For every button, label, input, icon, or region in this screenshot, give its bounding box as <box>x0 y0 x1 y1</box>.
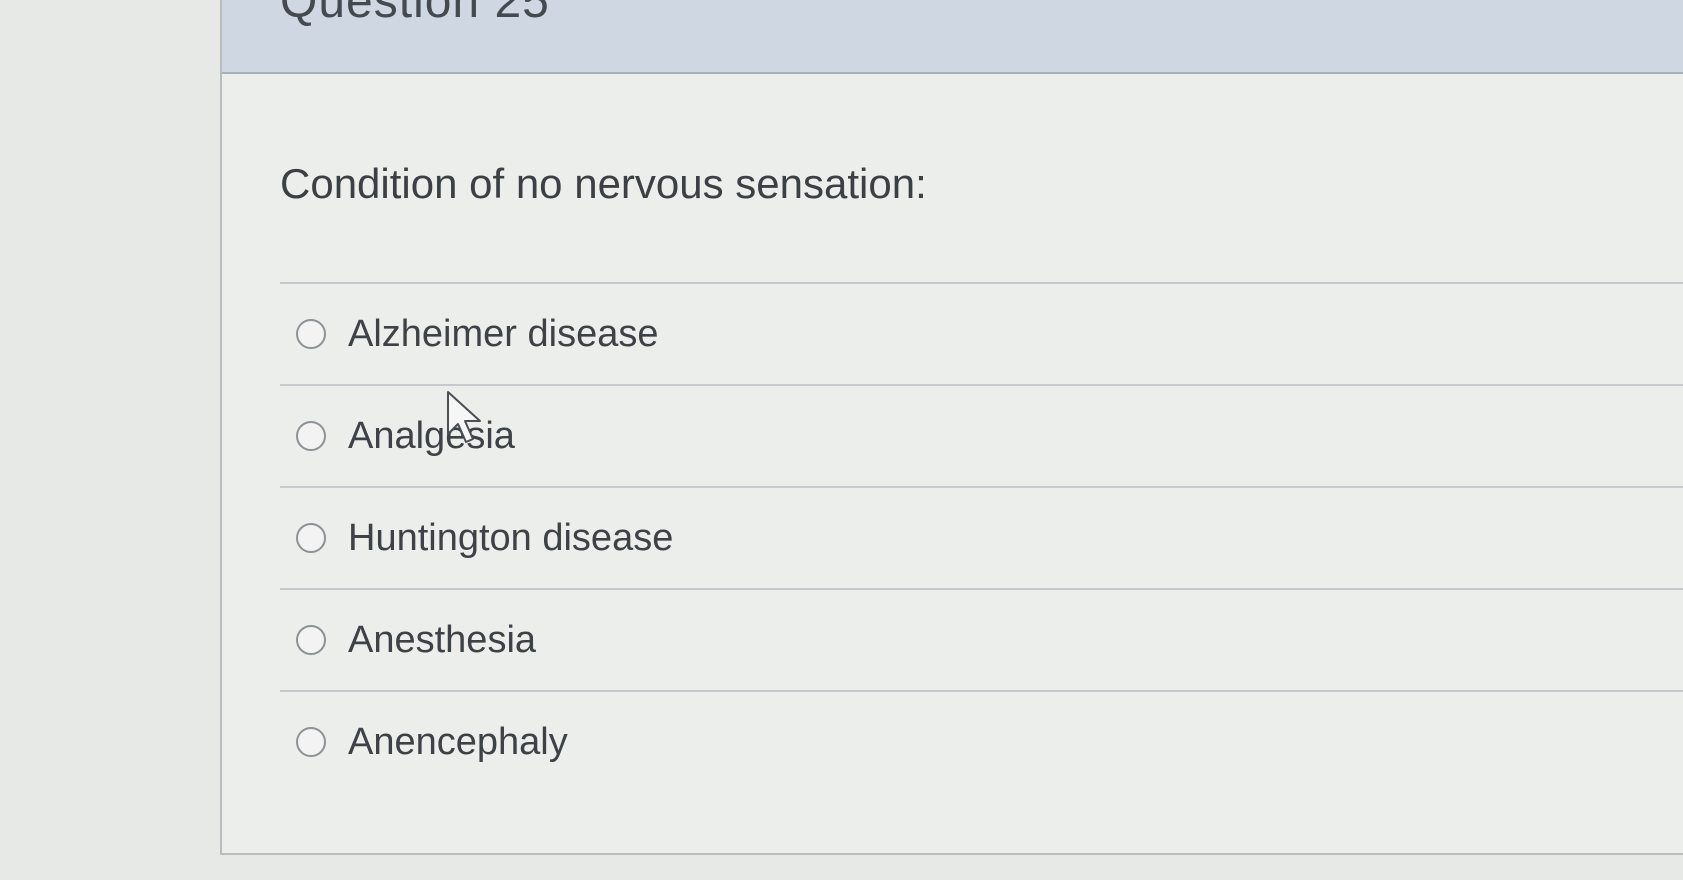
mouse-pointer-icon <box>447 391 481 443</box>
radio-button-icon[interactable] <box>296 319 326 349</box>
question-card: Question 25 Condition of no nervous sens… <box>220 0 1683 855</box>
radio-button-icon[interactable] <box>296 727 326 757</box>
question-header: Question 25 <box>222 0 1683 74</box>
option-analgesia[interactable]: Analgesia <box>280 386 1683 486</box>
option-anesthesia[interactable]: Anesthesia <box>280 590 1683 690</box>
option-label: Alzheimer disease <box>348 312 659 355</box>
option-label: Anencephaly <box>348 720 568 763</box>
screen: Question 25 Condition of no nervous sens… <box>0 0 1683 880</box>
answer-options: Alzheimer disease Analgesia Huntington d… <box>280 282 1683 792</box>
option-huntington-disease[interactable]: Huntington disease <box>280 488 1683 588</box>
question-prompt: Condition of no nervous sensation: <box>280 160 927 207</box>
option-label: Anesthesia <box>348 618 537 661</box>
option-alzheimer-disease[interactable]: Alzheimer disease <box>280 284 1683 384</box>
radio-button-icon[interactable] <box>296 625 326 655</box>
question-title: Question 25 <box>280 0 550 28</box>
radio-button-icon[interactable] <box>296 421 326 451</box>
option-label: Huntington disease <box>348 516 674 559</box>
radio-button-icon[interactable] <box>296 523 326 553</box>
option-anencephaly[interactable]: Anencephaly <box>280 692 1683 792</box>
option-label: Analgesia <box>348 414 515 457</box>
